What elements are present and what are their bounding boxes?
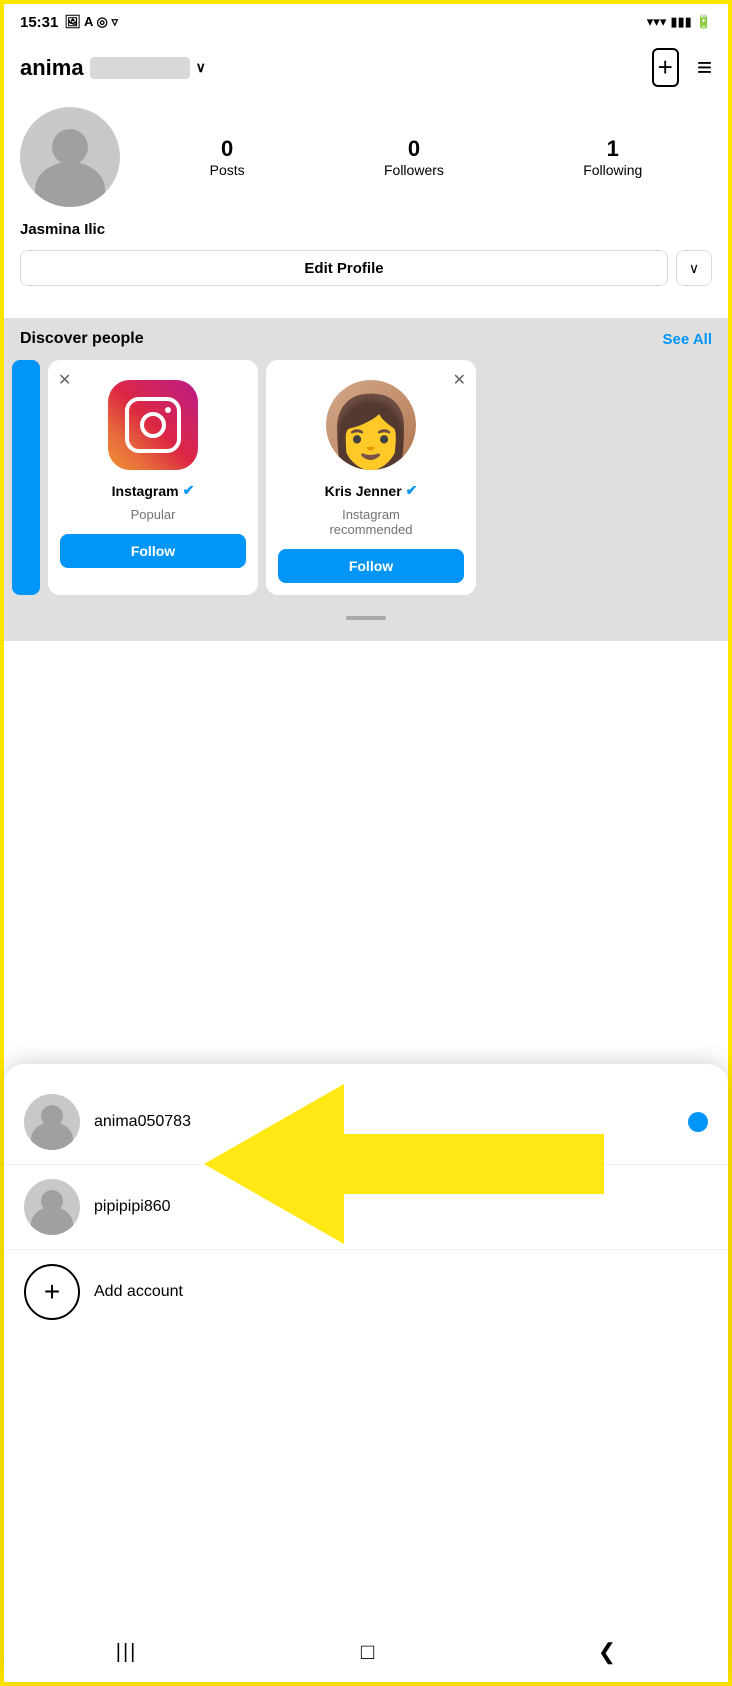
header-username-text: anima	[20, 55, 84, 81]
instagram-logo	[108, 380, 198, 470]
account-avatar-1	[24, 1094, 80, 1150]
account-list: anima050783 pipipipi860 + Add account	[4, 1064, 728, 1350]
account-item-anima050783[interactable]: anima050783	[4, 1080, 728, 1165]
profile-info-row: 0 Posts 0 Followers 1 Following	[20, 107, 712, 207]
edit-profile-button[interactable]: Edit Profile	[20, 250, 668, 286]
add-account-label: Add account	[94, 1283, 183, 1301]
wifi-icon: ▾▾▾	[647, 14, 667, 30]
chevron-down-icon: ∨	[196, 59, 206, 76]
username-blurred	[90, 57, 190, 79]
signal-icon: ▮▮▮	[670, 14, 691, 30]
bottom-nav: ||| □ ❮	[4, 1622, 728, 1682]
account-switcher-panel: anima050783 pipipipi860 + Add account	[4, 1064, 728, 1682]
kris-card-name: Kris Jenner ✔	[325, 482, 418, 499]
add-account-circle: +	[24, 1264, 80, 1320]
followers-count: 0	[384, 136, 444, 162]
stats-row: 0 Posts 0 Followers 1 Following	[140, 136, 712, 178]
discover-header: Discover people See All	[4, 330, 728, 348]
kris-jenner-avatar: 👩	[326, 380, 416, 470]
partial-card	[12, 360, 40, 595]
following-label: Following	[583, 162, 642, 178]
app-header: anima ∨ + ≡	[4, 40, 728, 99]
battery-icon: 🔋	[696, 14, 712, 30]
kris-card-sub: Instagramrecommended	[329, 507, 412, 537]
status-bar: 15:31 🖼 A ◎ ▿ ▾▾▾ ▮▮▮ 🔋	[4, 4, 728, 40]
instagram-card-name: Instagram ✔	[112, 482, 195, 499]
instagram-card-sub: Popular	[131, 507, 176, 522]
following-count: 1	[583, 136, 642, 162]
kris-name-text: Kris Jenner	[325, 483, 402, 499]
close-instagram-card-button[interactable]: ✕	[58, 370, 71, 390]
follow-kris-button[interactable]: Follow	[278, 549, 464, 583]
discover-card-instagram: ✕ Instagram ✔ Popular Follow	[48, 360, 258, 595]
instagram-logo-circle	[140, 412, 166, 438]
header-actions: + ≡	[652, 48, 712, 87]
account-item-pipipipi860[interactable]: pipipipi860	[4, 1165, 728, 1250]
instagram-logo-inner	[125, 397, 181, 453]
status-time: 15:31 🖼 A ◎ ▿	[20, 14, 118, 31]
posts-stat[interactable]: 0 Posts	[210, 136, 245, 178]
new-post-icon[interactable]: +	[652, 48, 679, 87]
nav-back-button[interactable]: ❮	[598, 1639, 616, 1665]
posts-count: 0	[210, 136, 245, 162]
avatar	[20, 107, 120, 207]
discover-title: Discover people	[20, 330, 144, 348]
followers-label: Followers	[384, 162, 444, 178]
profile-name: Jasmina Ilic	[20, 221, 712, 238]
chevron-down-icon: ∨	[689, 260, 699, 277]
instagram-logo-dot	[165, 407, 171, 413]
add-account-item[interactable]: + Add account	[4, 1250, 728, 1334]
discover-card-kris-jenner: ✕ 👩 Kris Jenner ✔ Instagramrecommended F…	[266, 360, 476, 595]
active-account-indicator	[688, 1112, 708, 1132]
kris-verified-badge: ✔	[406, 482, 418, 499]
instagram-verified-badge: ✔	[183, 482, 195, 499]
account-username-1: anima050783	[94, 1113, 674, 1131]
status-right-icons: ▾▾▾ ▮▮▮ 🔋	[647, 14, 712, 30]
following-stat[interactable]: 1 Following	[583, 136, 642, 178]
nav-menu-button[interactable]: |||	[116, 1641, 138, 1664]
account-username-2: pipipipi860	[94, 1198, 708, 1216]
discover-section: Discover people See All ✕ Instagram ✔ Po…	[4, 318, 728, 641]
status-icons: 🖼 A ◎ ▿	[64, 14, 118, 30]
nav-home-button[interactable]: □	[361, 1639, 374, 1665]
close-kris-card-button[interactable]: ✕	[453, 370, 466, 390]
see-all-link[interactable]: See All	[663, 331, 712, 348]
posts-label: Posts	[210, 162, 245, 178]
menu-icon[interactable]: ≡	[697, 52, 712, 83]
instagram-name-text: Instagram	[112, 483, 179, 499]
action-row: Edit Profile ∨	[20, 250, 712, 286]
profile-section: 0 Posts 0 Followers 1 Following Jasmina …	[4, 99, 728, 318]
username-dropdown[interactable]: anima ∨	[20, 55, 206, 81]
plus-icon: +	[44, 1278, 60, 1306]
scroll-indicator	[4, 607, 728, 625]
profile-dropdown-button[interactable]: ∨	[676, 250, 712, 286]
discover-cards: ✕ Instagram ✔ Popular Follow ✕ 👩 Kris Je…	[4, 360, 728, 595]
follow-instagram-button[interactable]: Follow	[60, 534, 246, 568]
followers-stat[interactable]: 0 Followers	[384, 136, 444, 178]
account-avatar-2	[24, 1179, 80, 1235]
